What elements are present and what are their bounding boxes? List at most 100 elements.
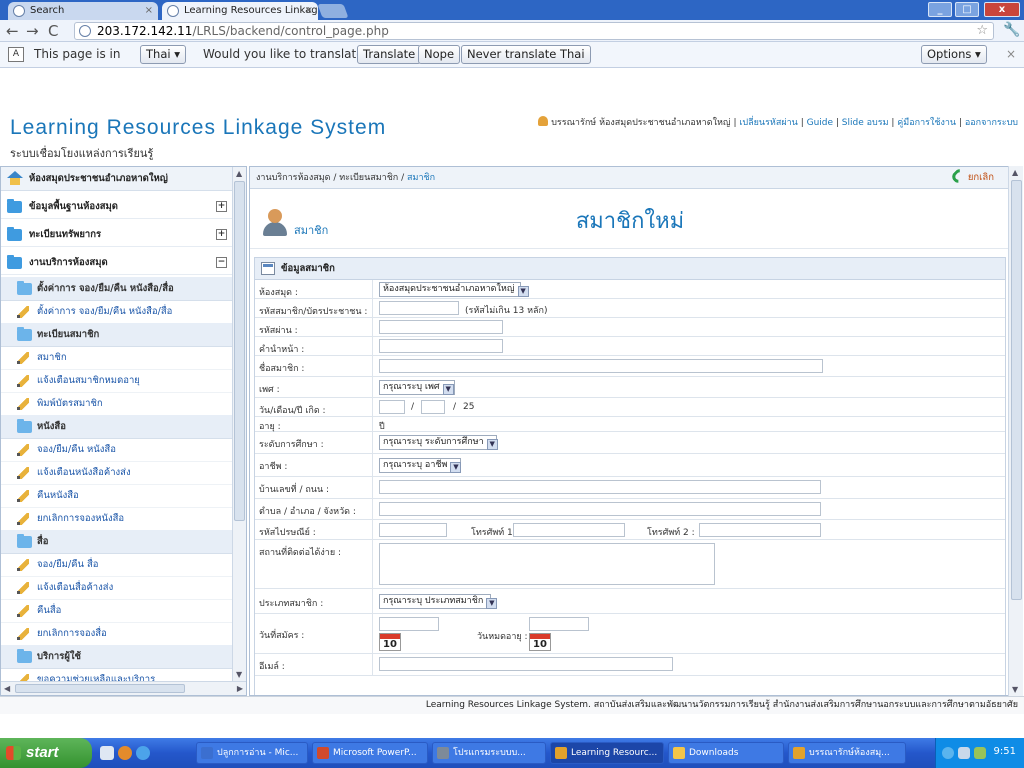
firefox-icon[interactable] [118, 746, 132, 760]
security-icon[interactable] [974, 747, 986, 759]
calendar-icon[interactable]: 10 [379, 633, 401, 651]
slide-link[interactable]: Slide อบรม [842, 118, 889, 128]
search-icon [13, 5, 25, 17]
taskbar-button[interactable]: ปลูกการอ่าน - Mic... [196, 742, 308, 764]
sidebar-item[interactable]: ยกเลิกการจองหนังสือ [1, 507, 233, 531]
start-button[interactable]: start [0, 738, 92, 768]
logout-link[interactable]: ออกจากระบบ [965, 118, 1018, 128]
district-input[interactable] [379, 502, 821, 516]
cancel-button[interactable]: ยกเลิก [949, 167, 994, 186]
scroll-left-icon[interactable]: ◀ [4, 684, 10, 693]
wrench-icon[interactable]: 🔧 [1003, 22, 1020, 38]
forward-arrow-icon[interactable]: → [26, 22, 39, 40]
breadcrumb-current[interactable]: สมาชิก [407, 173, 435, 183]
gender-select[interactable]: กรุณาระบุ เพศ ▼ [379, 380, 455, 395]
collapse-icon[interactable]: − [216, 257, 227, 268]
sidebar-item[interactable]: แจ้งเตือนหนังสือค้างส่ง [1, 461, 233, 485]
manual-link[interactable]: คู่มือการใช้งาน [897, 118, 956, 128]
ie-icon[interactable] [136, 746, 150, 760]
back-arrow-icon[interactable]: ← [6, 22, 19, 40]
contact-textarea[interactable] [379, 543, 715, 585]
volume-icon[interactable] [958, 747, 970, 759]
options-button[interactable]: Options ▾ [921, 45, 987, 64]
scroll-up-icon[interactable]: ▲ [236, 169, 242, 178]
sidebar-subheader[interactable]: ทะเบียนสมาชิก [1, 323, 233, 347]
taskbar-button[interactable]: บรรณารักษ์ห้องสมุ... [788, 742, 906, 764]
sidebar-item[interactable]: แจ้งเตือนสมาชิกหมดอายุ [1, 369, 233, 393]
taskbar-button[interactable]: Microsoft PowerP... [312, 742, 428, 764]
nope-button[interactable]: Nope [418, 45, 461, 64]
prefix-input[interactable] [379, 339, 503, 353]
sidebar-item[interactable]: จอง/ยืม/คืน สื่อ [1, 553, 233, 577]
scroll-up-icon[interactable]: ▲ [1012, 168, 1018, 177]
taskbar-button[interactable]: Learning Resourc... [550, 742, 664, 764]
password-input[interactable] [379, 320, 503, 334]
bookmark-star-icon[interactable]: ☆ [976, 23, 988, 39]
scroll-right-icon[interactable]: ▶ [237, 684, 243, 693]
change-password-link[interactable]: เปลี่ยนรหัสผ่าน [739, 118, 797, 128]
sidebar-subheader[interactable]: ตั้งค่าการ จอง/ยืม/คืน หนังสือ/สื่อ [1, 277, 233, 301]
main-scroll-thumb[interactable] [1011, 180, 1022, 600]
close-icon[interactable]: × [1006, 47, 1016, 61]
sidebar-item[interactable]: คืนสื่อ [1, 599, 233, 623]
main-scrollbar[interactable]: ▲ ▼ [1008, 166, 1023, 696]
sidebar-item[interactable]: ยกเลิกการจองสื่อ [1, 622, 233, 646]
expand-icon[interactable]: + [216, 229, 227, 240]
apply-date-input[interactable] [379, 617, 439, 631]
scroll-down-icon[interactable]: ▼ [1012, 685, 1018, 694]
sidebar-group-services[interactable]: งานบริการห้องสมุด − [1, 251, 233, 275]
email-input[interactable] [379, 657, 673, 671]
name-input[interactable] [379, 359, 823, 373]
close-icon[interactable]: × [305, 2, 313, 20]
sidebar-item[interactable]: แจ้งเตือนสื่อค้างส่ง [1, 576, 233, 600]
tab-learning-resources[interactable]: Learning Resources Linkage Sy × [162, 2, 318, 20]
sidebar-item-label: แจ้งเตือนสมาชิกหมดอายุ [37, 375, 140, 386]
member-type-select[interactable]: กรุณาระบุ ประเภทสมาชิก ▼ [379, 594, 498, 609]
maximize-button[interactable]: □ [955, 2, 979, 17]
minimize-button[interactable]: _ [928, 2, 952, 17]
phone2-input[interactable] [699, 523, 821, 537]
address-input[interactable] [379, 480, 821, 494]
guide-link[interactable]: Guide [807, 118, 833, 128]
new-tab-button[interactable] [317, 4, 349, 18]
taskbar-button[interactable]: Downloads [668, 742, 784, 764]
expand-icon[interactable]: + [216, 201, 227, 212]
phone1-input[interactable] [513, 523, 625, 537]
education-select[interactable]: กรุณาระบุ ระดับการศึกษา ▼ [379, 435, 498, 450]
close-window-button[interactable]: x [984, 2, 1020, 17]
scroll-down-icon[interactable]: ▼ [236, 670, 242, 679]
sidebar-subheader[interactable]: สื่อ [1, 530, 233, 554]
sidebar-subheader[interactable]: บริการผู้ใช้ [1, 645, 233, 669]
translate-button[interactable]: Translate [357, 45, 422, 64]
reload-icon[interactable]: C [48, 22, 58, 40]
sidebar-item[interactable]: สมาชิก [1, 346, 233, 370]
tab-search[interactable]: Search × [8, 2, 158, 20]
sidebar-item[interactable]: จอง/ยืม/คืน หนังสือ [1, 438, 233, 462]
desktop-icon[interactable] [100, 746, 114, 760]
close-icon[interactable]: × [145, 2, 153, 20]
network-icon[interactable] [942, 747, 954, 759]
sidebar-group-library-info[interactable]: ข้อมูลพื้นฐานห้องสมุด + [1, 195, 233, 219]
calendar-icon[interactable]: 10 [529, 633, 551, 651]
taskbar-button[interactable]: โปรแกรมระบบบ... [432, 742, 546, 764]
occupation-select[interactable]: กรุณาระบุ อาชีพ ▼ [379, 458, 462, 473]
sidebar-scrollbar[interactable]: ▲ ▼ [232, 167, 246, 681]
birth-month-input[interactable] [421, 400, 445, 414]
expire-date-input[interactable] [529, 617, 589, 631]
sidebar-hscroll-thumb[interactable] [15, 684, 185, 693]
never-translate-button[interactable]: Never translate Thai [461, 45, 591, 64]
sidebar-group-resources[interactable]: ทะเบียนทรัพยากร + [1, 223, 233, 247]
sidebar-subheader[interactable]: หนังสือ [1, 415, 233, 439]
sidebar-scroll-thumb[interactable] [234, 181, 245, 521]
postcode-input[interactable] [379, 523, 447, 537]
sidebar-item[interactable]: พิมพ์บัตรสมาชิก [1, 392, 233, 416]
sidebar-item[interactable]: คืนหนังสือ [1, 484, 233, 508]
birth-day-input[interactable] [379, 400, 405, 414]
library-select[interactable]: ห้องสมุดประชาชนอำเภอหาดใหญ่ ▼ [379, 282, 529, 297]
member-id-input[interactable] [379, 301, 459, 315]
sidebar-hscrollbar[interactable]: ◀ ▶ [1, 681, 246, 695]
sidebar-item[interactable]: ตั้งค่าการ จอง/ยืม/คืน หนังสือ/สื่อ [1, 300, 233, 324]
address-bar[interactable]: 203.172.142.11/LRLS/backend/control_page… [74, 22, 994, 40]
language-select[interactable]: Thai ▾ [140, 45, 186, 64]
row-contact: สถานที่ติดต่อได้ง่าย : [255, 540, 1005, 589]
